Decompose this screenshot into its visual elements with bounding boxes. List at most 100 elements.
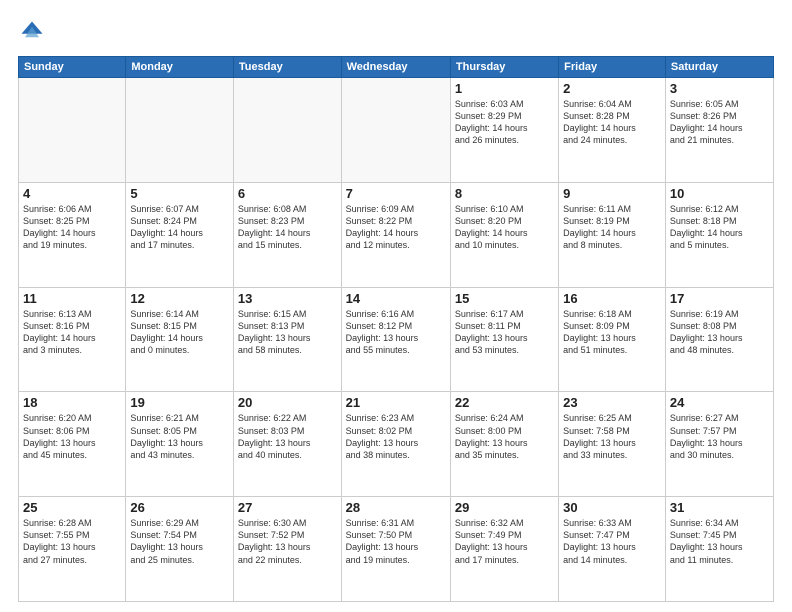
calendar-cell: 13Sunrise: 6:15 AM Sunset: 8:13 PM Dayli…: [233, 287, 341, 392]
calendar-cell: 27 Sunrise: 6:30 AM Sunset: 7:52 PM Dayli…: [233, 497, 341, 602]
calendar-cell: 15 Sunrise: 6:17 AM Sunset: 8:11 PM Dayli…: [450, 287, 558, 392]
day-info: Sunrise: 6:30 AM Sunset: 7:52 PM Dayligh…: [238, 517, 337, 566]
calendar-cell: 9 Sunrise: 6:11 AM Sunset: 8:19 PM Daylig…: [559, 182, 666, 287]
calendar-cell: 7 Sunrise: 6:09 AM Sunset: 8:22 PM Daylig…: [341, 182, 450, 287]
day-info: Sunrise: 6:31 AM Sunset: 7:50 PM Dayligh…: [346, 517, 446, 566]
day-number: 19: [130, 395, 229, 410]
day-number: 27: [238, 500, 337, 515]
day-number: 15: [455, 291, 554, 306]
day-info: Sunrise: 6:32 AM Sunset: 7:49 PM Dayligh…: [455, 517, 554, 566]
calendar-week-row: 4 Sunrise: 6:06 AM Sunset: 8:25 PM Daylig…: [19, 182, 774, 287]
day-number: 7: [346, 186, 446, 201]
weekday-header-thursday: Thursday: [450, 57, 558, 78]
weekday-header-sunday: Sunday: [19, 57, 126, 78]
day-info: Sunrise: 6:11 AM Sunset: 8:19 PM Dayligh…: [563, 203, 661, 252]
day-info: Sunrise: 6:24 AM Sunset: 8:00 PM Dayligh…: [455, 412, 554, 461]
day-number: 24: [670, 395, 769, 410]
calendar-cell: 3 Sunrise: 6:05 AM Sunset: 8:26 PM Daylig…: [665, 78, 773, 183]
day-info: Sunrise: 6:27 AM Sunset: 7:57 PM Dayligh…: [670, 412, 769, 461]
day-info: Sunrise: 6:20 AM Sunset: 8:06 PM Dayligh…: [23, 412, 121, 461]
calendar-cell: 26 Sunrise: 6:29 AM Sunset: 7:54 PM Dayli…: [126, 497, 234, 602]
logo: [18, 18, 50, 46]
day-info: Sunrise: 6:10 AM Sunset: 8:20 PM Dayligh…: [455, 203, 554, 252]
day-number: 12: [130, 291, 229, 306]
day-info: Sunrise: 6:28 AM Sunset: 7:55 PM Dayligh…: [23, 517, 121, 566]
day-info: Sunrise: 6:25 AM Sunset: 7:58 PM Dayligh…: [563, 412, 661, 461]
day-number: 13: [238, 291, 337, 306]
day-number: 20: [238, 395, 337, 410]
calendar-cell: 8 Sunrise: 6:10 AM Sunset: 8:20 PM Daylig…: [450, 182, 558, 287]
calendar-cell: 11 Sunrise: 6:13 AM Sunset: 8:16 PM Dayli…: [19, 287, 126, 392]
calendar-cell: 22Sunrise: 6:24 AM Sunset: 8:00 PM Dayli…: [450, 392, 558, 497]
calendar-week-row: 11 Sunrise: 6:13 AM Sunset: 8:16 PM Dayli…: [19, 287, 774, 392]
calendar-cell: 16 Sunrise: 6:18 AM Sunset: 8:09 PM Dayli…: [559, 287, 666, 392]
day-number: 14: [346, 291, 446, 306]
day-info: Sunrise: 6:09 AM Sunset: 8:22 PM Dayligh…: [346, 203, 446, 252]
day-info: Sunrise: 6:19 AM Sunset: 8:08 PM Dayligh…: [670, 308, 769, 357]
calendar-cell: 21Sunrise: 6:23 AM Sunset: 8:02 PM Dayli…: [341, 392, 450, 497]
calendar-cell: 19 Sunrise: 6:21 AM Sunset: 8:05 PM Dayli…: [126, 392, 234, 497]
day-number: 2: [563, 81, 661, 96]
calendar-cell: 4 Sunrise: 6:06 AM Sunset: 8:25 PM Daylig…: [19, 182, 126, 287]
day-info: Sunrise: 6:04 AM Sunset: 8:28 PM Dayligh…: [563, 98, 661, 147]
calendar-cell: 5 Sunrise: 6:07 AM Sunset: 8:24 PM Daylig…: [126, 182, 234, 287]
day-info: Sunrise: 6:16 AM Sunset: 8:12 PM Dayligh…: [346, 308, 446, 357]
calendar: SundayMondayTuesdayWednesdayThursdayFrid…: [18, 56, 774, 602]
day-info: Sunrise: 6:29 AM Sunset: 7:54 PM Dayligh…: [130, 517, 229, 566]
day-number: 16: [563, 291, 661, 306]
calendar-cell: [341, 78, 450, 183]
day-number: 5: [130, 186, 229, 201]
page: SundayMondayTuesdayWednesdayThursdayFrid…: [0, 0, 792, 612]
day-number: 21: [346, 395, 446, 410]
calendar-cell: 17 Sunrise: 6:19 AM Sunset: 8:08 PM Dayli…: [665, 287, 773, 392]
calendar-week-row: 25Sunrise: 6:28 AM Sunset: 7:55 PM Dayli…: [19, 497, 774, 602]
calendar-cell: 12Sunrise: 6:14 AM Sunset: 8:15 PM Dayli…: [126, 287, 234, 392]
day-info: Sunrise: 6:22 AM Sunset: 8:03 PM Dayligh…: [238, 412, 337, 461]
calendar-cell: 6 Sunrise: 6:08 AM Sunset: 8:23 PM Daylig…: [233, 182, 341, 287]
calendar-cell: 31Sunrise: 6:34 AM Sunset: 7:45 PM Dayli…: [665, 497, 773, 602]
day-info: Sunrise: 6:33 AM Sunset: 7:47 PM Dayligh…: [563, 517, 661, 566]
day-number: 10: [670, 186, 769, 201]
header: [18, 18, 774, 46]
day-number: 30: [563, 500, 661, 515]
day-number: 3: [670, 81, 769, 96]
calendar-cell: 20 Sunrise: 6:22 AM Sunset: 8:03 PM Dayli…: [233, 392, 341, 497]
calendar-cell: [19, 78, 126, 183]
day-number: 23: [563, 395, 661, 410]
calendar-cell: 29 Sunrise: 6:32 AM Sunset: 7:49 PM Dayli…: [450, 497, 558, 602]
day-info: Sunrise: 6:07 AM Sunset: 8:24 PM Dayligh…: [130, 203, 229, 252]
logo-icon: [18, 18, 46, 46]
calendar-cell: 25Sunrise: 6:28 AM Sunset: 7:55 PM Dayli…: [19, 497, 126, 602]
day-info: Sunrise: 6:03 AM Sunset: 8:29 PM Dayligh…: [455, 98, 554, 147]
day-number: 17: [670, 291, 769, 306]
calendar-cell: 28 Sunrise: 6:31 AM Sunset: 7:50 PM Dayli…: [341, 497, 450, 602]
day-number: 28: [346, 500, 446, 515]
day-number: 18: [23, 395, 121, 410]
day-number: 8: [455, 186, 554, 201]
day-number: 6: [238, 186, 337, 201]
day-info: Sunrise: 6:05 AM Sunset: 8:26 PM Dayligh…: [670, 98, 769, 147]
day-info: Sunrise: 6:21 AM Sunset: 8:05 PM Dayligh…: [130, 412, 229, 461]
day-number: 11: [23, 291, 121, 306]
day-info: Sunrise: 6:18 AM Sunset: 8:09 PM Dayligh…: [563, 308, 661, 357]
weekday-header-monday: Monday: [126, 57, 234, 78]
day-info: Sunrise: 6:08 AM Sunset: 8:23 PM Dayligh…: [238, 203, 337, 252]
day-number: 9: [563, 186, 661, 201]
calendar-cell: [126, 78, 234, 183]
day-number: 29: [455, 500, 554, 515]
day-number: 1: [455, 81, 554, 96]
day-number: 26: [130, 500, 229, 515]
calendar-cell: 18 Sunrise: 6:20 AM Sunset: 8:06 PM Dayli…: [19, 392, 126, 497]
weekday-header-wednesday: Wednesday: [341, 57, 450, 78]
day-number: 31: [670, 500, 769, 515]
calendar-cell: [233, 78, 341, 183]
calendar-cell: 2 Sunrise: 6:04 AM Sunset: 8:28 PM Daylig…: [559, 78, 666, 183]
day-info: Sunrise: 6:12 AM Sunset: 8:18 PM Dayligh…: [670, 203, 769, 252]
day-number: 4: [23, 186, 121, 201]
calendar-cell: 10 Sunrise: 6:12 AM Sunset: 8:18 PM Dayli…: [665, 182, 773, 287]
weekday-header-friday: Friday: [559, 57, 666, 78]
day-info: Sunrise: 6:17 AM Sunset: 8:11 PM Dayligh…: [455, 308, 554, 357]
day-info: Sunrise: 6:06 AM Sunset: 8:25 PM Dayligh…: [23, 203, 121, 252]
day-info: Sunrise: 6:13 AM Sunset: 8:16 PM Dayligh…: [23, 308, 121, 357]
calendar-cell: 23 Sunrise: 6:25 AM Sunset: 7:58 PM Dayli…: [559, 392, 666, 497]
